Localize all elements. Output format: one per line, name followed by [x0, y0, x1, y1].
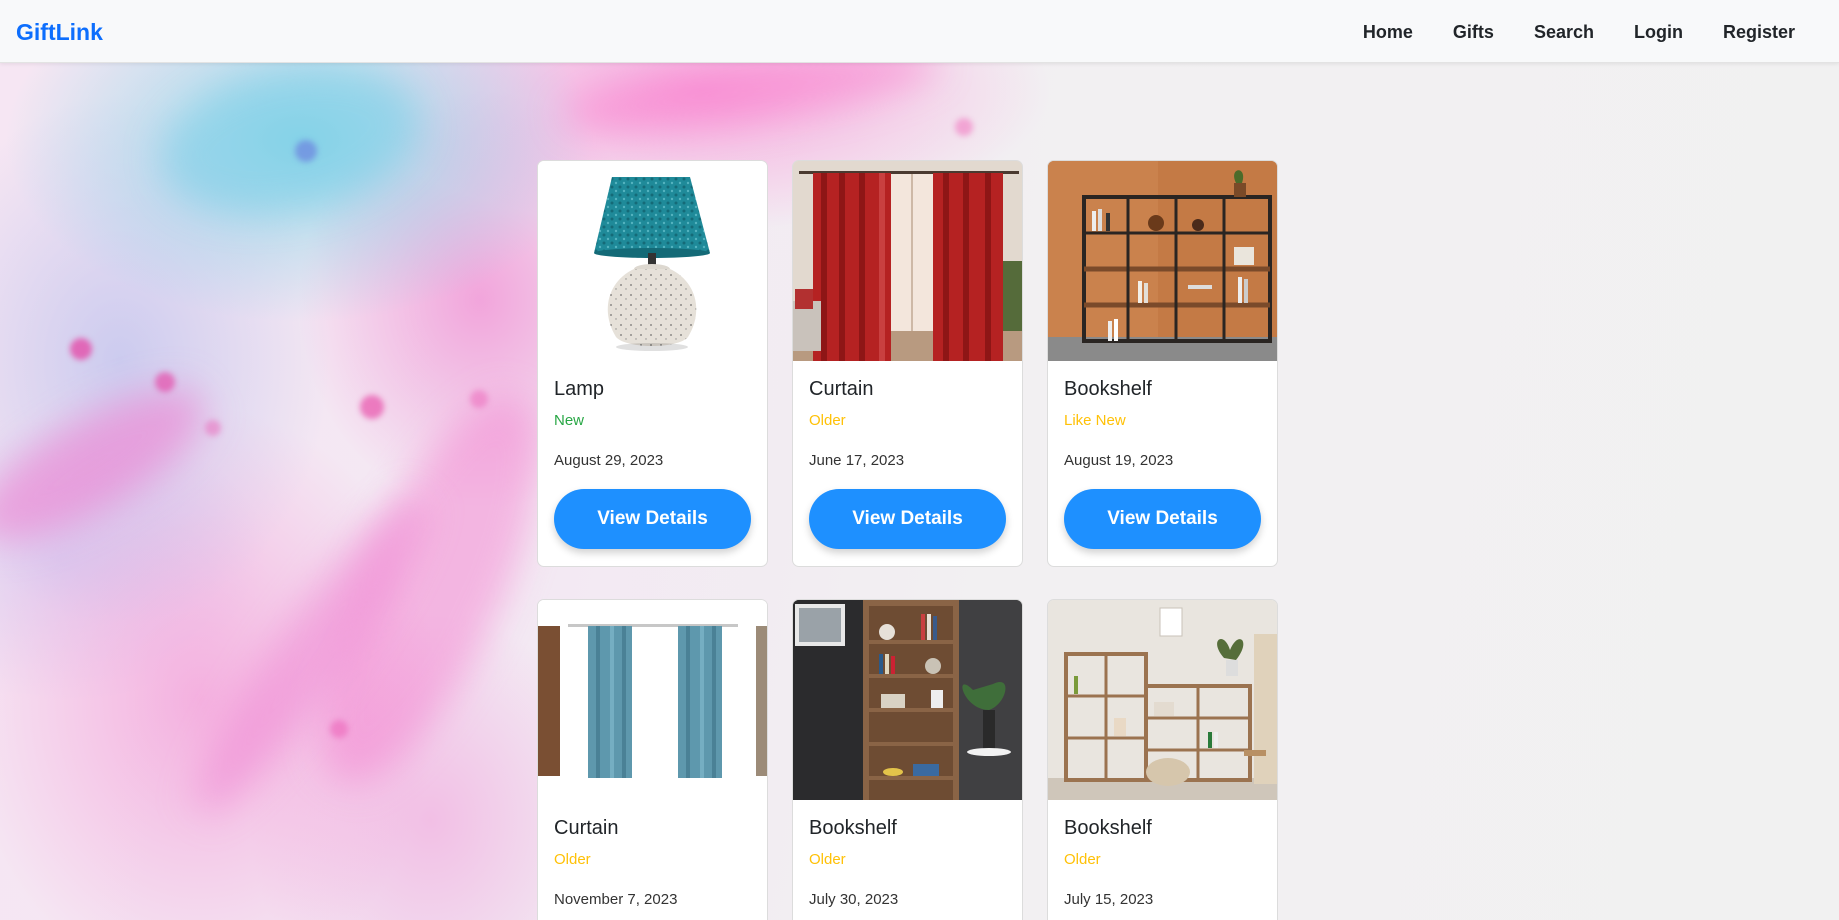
- nav-search-link[interactable]: Search: [1514, 19, 1614, 45]
- gift-condition: Older: [809, 412, 846, 429]
- gift-condition: Older: [809, 851, 846, 868]
- view-details-button[interactable]: View Details: [1064, 489, 1261, 549]
- nav-register-link[interactable]: Register: [1703, 19, 1815, 45]
- gift-condition: Older: [1064, 851, 1101, 868]
- lamp-image: [538, 161, 767, 361]
- gift-card: Curtain Older June 17, 2023 View Details: [792, 160, 1023, 567]
- bookshelf-image: [1048, 161, 1277, 361]
- gift-date: July 30, 2023: [809, 891, 899, 908]
- gift-name: Lamp: [554, 378, 605, 400]
- gift-card: Bookshelf Older July 15, 2023: [1047, 599, 1278, 920]
- top-navbar: GiftLink Home Gifts Search Login Registe…: [0, 0, 1839, 63]
- view-details-button[interactable]: View Details: [554, 489, 751, 549]
- nav-home-link[interactable]: Home: [1343, 19, 1433, 45]
- gift-condition: Older: [554, 851, 591, 868]
- gift-date: November 7, 2023: [554, 891, 678, 908]
- gift-card: Curtain Older November 7, 2023: [537, 599, 768, 920]
- nav-links: Home Gifts Search Login Register: [1343, 19, 1815, 45]
- gift-name: Bookshelf: [1064, 378, 1152, 400]
- gift-name: Bookshelf: [809, 817, 897, 839]
- nav-gifts-link[interactable]: Gifts: [1433, 19, 1514, 45]
- gift-date: August 29, 2023: [554, 452, 664, 469]
- gift-card: Bookshelf Like New August 19, 2023 View …: [1047, 160, 1278, 567]
- wall-bookshelf-image: [1048, 600, 1277, 800]
- view-details-button[interactable]: View Details: [809, 489, 1006, 549]
- gift-card: Lamp New August 29, 2023 View Details: [537, 160, 768, 567]
- red-curtain-image: [793, 161, 1022, 361]
- gift-date: August 19, 2023: [1064, 452, 1174, 469]
- gift-card: Bookshelf Older July 30, 2023: [792, 599, 1023, 920]
- blue-curtain-image: [538, 600, 767, 800]
- gift-condition: Like New: [1064, 412, 1126, 429]
- tall-bookshelf-image: [793, 600, 1022, 800]
- nav-login-link[interactable]: Login: [1614, 19, 1703, 45]
- gift-name: Curtain: [554, 817, 619, 839]
- gift-condition: New: [554, 412, 585, 429]
- gift-name: Bookshelf: [1064, 817, 1152, 839]
- gift-name: Curtain: [809, 378, 874, 400]
- gift-date: June 17, 2023: [809, 452, 905, 469]
- gift-date: July 15, 2023: [1064, 891, 1154, 908]
- brand-logo-link[interactable]: GiftLink: [16, 18, 103, 46]
